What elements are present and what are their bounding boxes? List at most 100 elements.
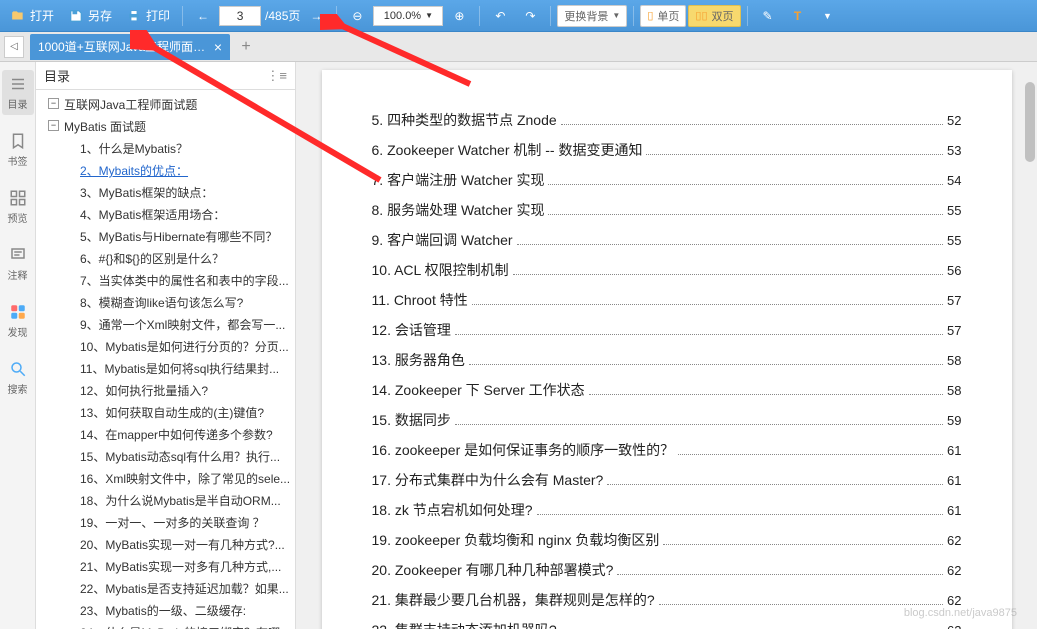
toc-entry[interactable]: 11. Chroot 特性57 xyxy=(372,290,962,310)
rail-label: 发现 xyxy=(8,324,28,339)
tree-item[interactable]: 7、当实体类中的属性名和表中的字段... xyxy=(36,270,295,292)
tree-root-node[interactable]: −互联网Java工程师面试题 xyxy=(36,94,295,116)
prev-page-button[interactable]: ← xyxy=(189,5,217,27)
toc-entry[interactable]: 14. Zookeeper 下 Server 工作状态58 xyxy=(372,380,962,400)
annotate-button[interactable]: ✎ xyxy=(754,5,782,27)
tree-item[interactable]: 9、通常一个Xml映射文件，都会写一... xyxy=(36,314,295,336)
tree-item[interactable]: 24、什么是MyBatis的接口绑定？有哪... xyxy=(36,622,295,629)
tree-item[interactable]: 1、什么是Mybatis？ xyxy=(36,138,295,160)
tree-item[interactable]: 23、Mybatis的一级、二级缓存: xyxy=(36,600,295,622)
tree-item[interactable]: 13、如何获取自动生成的(主)键值? xyxy=(36,402,295,424)
toc-page-number: 59 xyxy=(947,413,961,428)
toc-leader xyxy=(517,244,943,245)
rail-item-apps[interactable]: 发现 xyxy=(2,298,34,343)
sidebar-options-icon[interactable]: ⋮≡ xyxy=(266,68,287,84)
tree-item[interactable]: 22、Mybatis是否支持延迟加载？如果... xyxy=(36,578,295,600)
tree-section-node[interactable]: −MyBatis 面试题 xyxy=(36,116,295,138)
tree-item[interactable]: 16、Xml映射文件中，除了常见的sele... xyxy=(36,468,295,490)
toc-page-number: 62 xyxy=(947,533,961,548)
arrow-right-icon: → xyxy=(308,8,324,24)
toc-entry[interactable]: 6. Zookeeper Watcher 机制 -- 数据变更通知53 xyxy=(372,140,962,160)
toc-entry[interactable]: 13. 服务器角色58 xyxy=(372,350,962,370)
tree-item[interactable]: 18、为什么说Mybatis是半自动ORM... xyxy=(36,490,295,512)
separator xyxy=(182,6,183,26)
toc-entry[interactable]: 22. 集群支持动态添加机器吗?62 xyxy=(372,620,962,629)
print-button[interactable]: 打印 xyxy=(120,4,176,27)
tree-item[interactable]: 2、Mybaits的优点： xyxy=(36,160,295,182)
toc-title: 12. 会话管理 xyxy=(372,320,451,340)
zoom-select[interactable]: 100.0%▼ xyxy=(373,6,443,26)
tree-item[interactable]: 3、MyBatis框架的缺点： xyxy=(36,182,295,204)
tree-collapse-icon[interactable]: − xyxy=(48,98,59,109)
tree-item[interactable]: 10、Mybatis是如何进行分页的？分页... xyxy=(36,336,295,358)
total-pages-label: /485页 xyxy=(265,7,300,24)
tree-item[interactable]: 4、MyBatis框架适用场合： xyxy=(36,204,295,226)
scrollbar-thumb[interactable] xyxy=(1025,82,1035,162)
tree-item[interactable]: 20、MyBatis实现一对一有几种方式?... xyxy=(36,534,295,556)
rail-item-annotation[interactable]: 注释 xyxy=(2,241,34,286)
toc-entry[interactable]: 9. 客户端回调 Watcher55 xyxy=(372,230,962,250)
tree-item[interactable]: 15、Mybatis动态sql有什么用？执行... xyxy=(36,446,295,468)
text-tool-button[interactable]: T xyxy=(784,5,812,27)
add-tab-button[interactable]: + xyxy=(234,35,258,59)
tree-item[interactable]: 6、#{}和${}的区别是什么？ xyxy=(36,248,295,270)
toc-entry[interactable]: 20. Zookeeper 有哪几种几种部署模式?62 xyxy=(372,560,962,580)
zoom-in-button[interactable]: ⊕ xyxy=(445,5,473,27)
tree-item[interactable]: 12、如何执行批量插入? xyxy=(36,380,295,402)
page-number-input[interactable] xyxy=(219,6,261,26)
rotate-left-button[interactable]: ↶ xyxy=(486,5,514,27)
toc-page-number: 62 xyxy=(947,623,961,629)
toc-entry[interactable]: 15. 数据同步59 xyxy=(372,410,962,430)
save-as-button[interactable]: 另存 xyxy=(62,4,118,27)
collapse-sidebar-button[interactable]: ◁ xyxy=(4,36,24,58)
toc-entry[interactable]: 21. 集群最少要几台机器，集群规则是怎样的?62 xyxy=(372,590,962,610)
pdf-page: 5. 四种类型的数据节点 Znode52 6. Zookeeper Watcher… xyxy=(322,70,1012,629)
vertical-scrollbar[interactable] xyxy=(1023,62,1037,629)
toc-entry[interactable]: 8. 服务端处理 Watcher 实现55 xyxy=(372,200,962,220)
toc-title: 5. 四种类型的数据节点 Znode xyxy=(372,110,557,130)
toc-entry[interactable]: 18. zk 节点宕机如何处理?61 xyxy=(372,500,962,520)
toc-entry[interactable]: 19. zookeeper 负载均衡和 nginx 负载均衡区别62 xyxy=(372,530,962,550)
tree-item[interactable]: 14、在mapper中如何传递多个参数? xyxy=(36,424,295,446)
open-button[interactable]: 打开 xyxy=(4,4,60,27)
tree-item[interactable]: 5、MyBatis与Hibernate有哪些不同？ xyxy=(36,226,295,248)
rail-item-list[interactable]: 目录 xyxy=(2,70,34,115)
tree-item[interactable]: 11、Mybatis是如何将sql执行结果封... xyxy=(36,358,295,380)
separator xyxy=(633,6,634,26)
toc-entry[interactable]: 12. 会话管理57 xyxy=(372,320,962,340)
more-tools-button[interactable]: ▼ xyxy=(814,5,842,27)
rail-item-bookmark[interactable]: 书签 xyxy=(2,127,34,172)
tree-item[interactable]: 21、MyBatis实现一对多有几种方式,... xyxy=(36,556,295,578)
tab-close-button[interactable]: × xyxy=(214,39,222,55)
folder-open-icon xyxy=(10,8,26,24)
rail-item-search[interactable]: 搜索 xyxy=(2,355,34,400)
toc-entry[interactable]: 16. zookeeper 是如何保证事务的顺序一致性的？61 xyxy=(372,440,962,460)
tree-item[interactable]: 19、一对一、一对多的关联查询 ？ xyxy=(36,512,295,534)
separator xyxy=(550,6,551,26)
toc-entry[interactable]: 10. ACL 权限控制机制56 xyxy=(372,260,962,280)
rotate-left-icon: ↶ xyxy=(492,8,508,24)
rail-item-thumbnails[interactable]: 预览 xyxy=(2,184,34,229)
apps-icon xyxy=(8,302,28,322)
toc-entry[interactable]: 17. 分布式集群中为什么会有 Master?61 xyxy=(372,470,962,490)
separator xyxy=(336,6,337,26)
document-viewport[interactable]: 5. 四种类型的数据节点 Znode52 6. Zookeeper Watcher… xyxy=(296,62,1037,629)
toc-leader xyxy=(678,454,943,455)
toc-leader xyxy=(646,154,943,155)
arrow-left-icon: ← xyxy=(195,8,211,24)
change-background-dropdown[interactable]: 更换背景 ▼ xyxy=(557,5,627,27)
toc-entry[interactable]: 5. 四种类型的数据节点 Znode52 xyxy=(372,110,962,130)
next-page-button[interactable]: → xyxy=(302,5,330,27)
tree-item[interactable]: 8、模糊查询like语句该怎么写? xyxy=(36,292,295,314)
tree-collapse-icon[interactable]: − xyxy=(48,120,59,131)
document-tab[interactable]: 1000道+互联网Java工程师面试... × xyxy=(30,34,230,60)
toc-entry[interactable]: 7. 客户端注册 Watcher 实现54 xyxy=(372,170,962,190)
rotate-right-button[interactable]: ↷ xyxy=(516,5,544,27)
toc-title: 21. 集群最少要几台机器，集群规则是怎样的? xyxy=(372,590,655,610)
zoom-out-button[interactable]: ⊖ xyxy=(343,5,371,27)
double-page-button[interactable]: ▯▯ 双页 xyxy=(688,5,740,27)
separator xyxy=(479,6,480,26)
single-page-icon: ▯ xyxy=(647,9,653,22)
toc-leader xyxy=(548,214,943,215)
single-page-button[interactable]: ▯ 单页 xyxy=(640,5,686,27)
